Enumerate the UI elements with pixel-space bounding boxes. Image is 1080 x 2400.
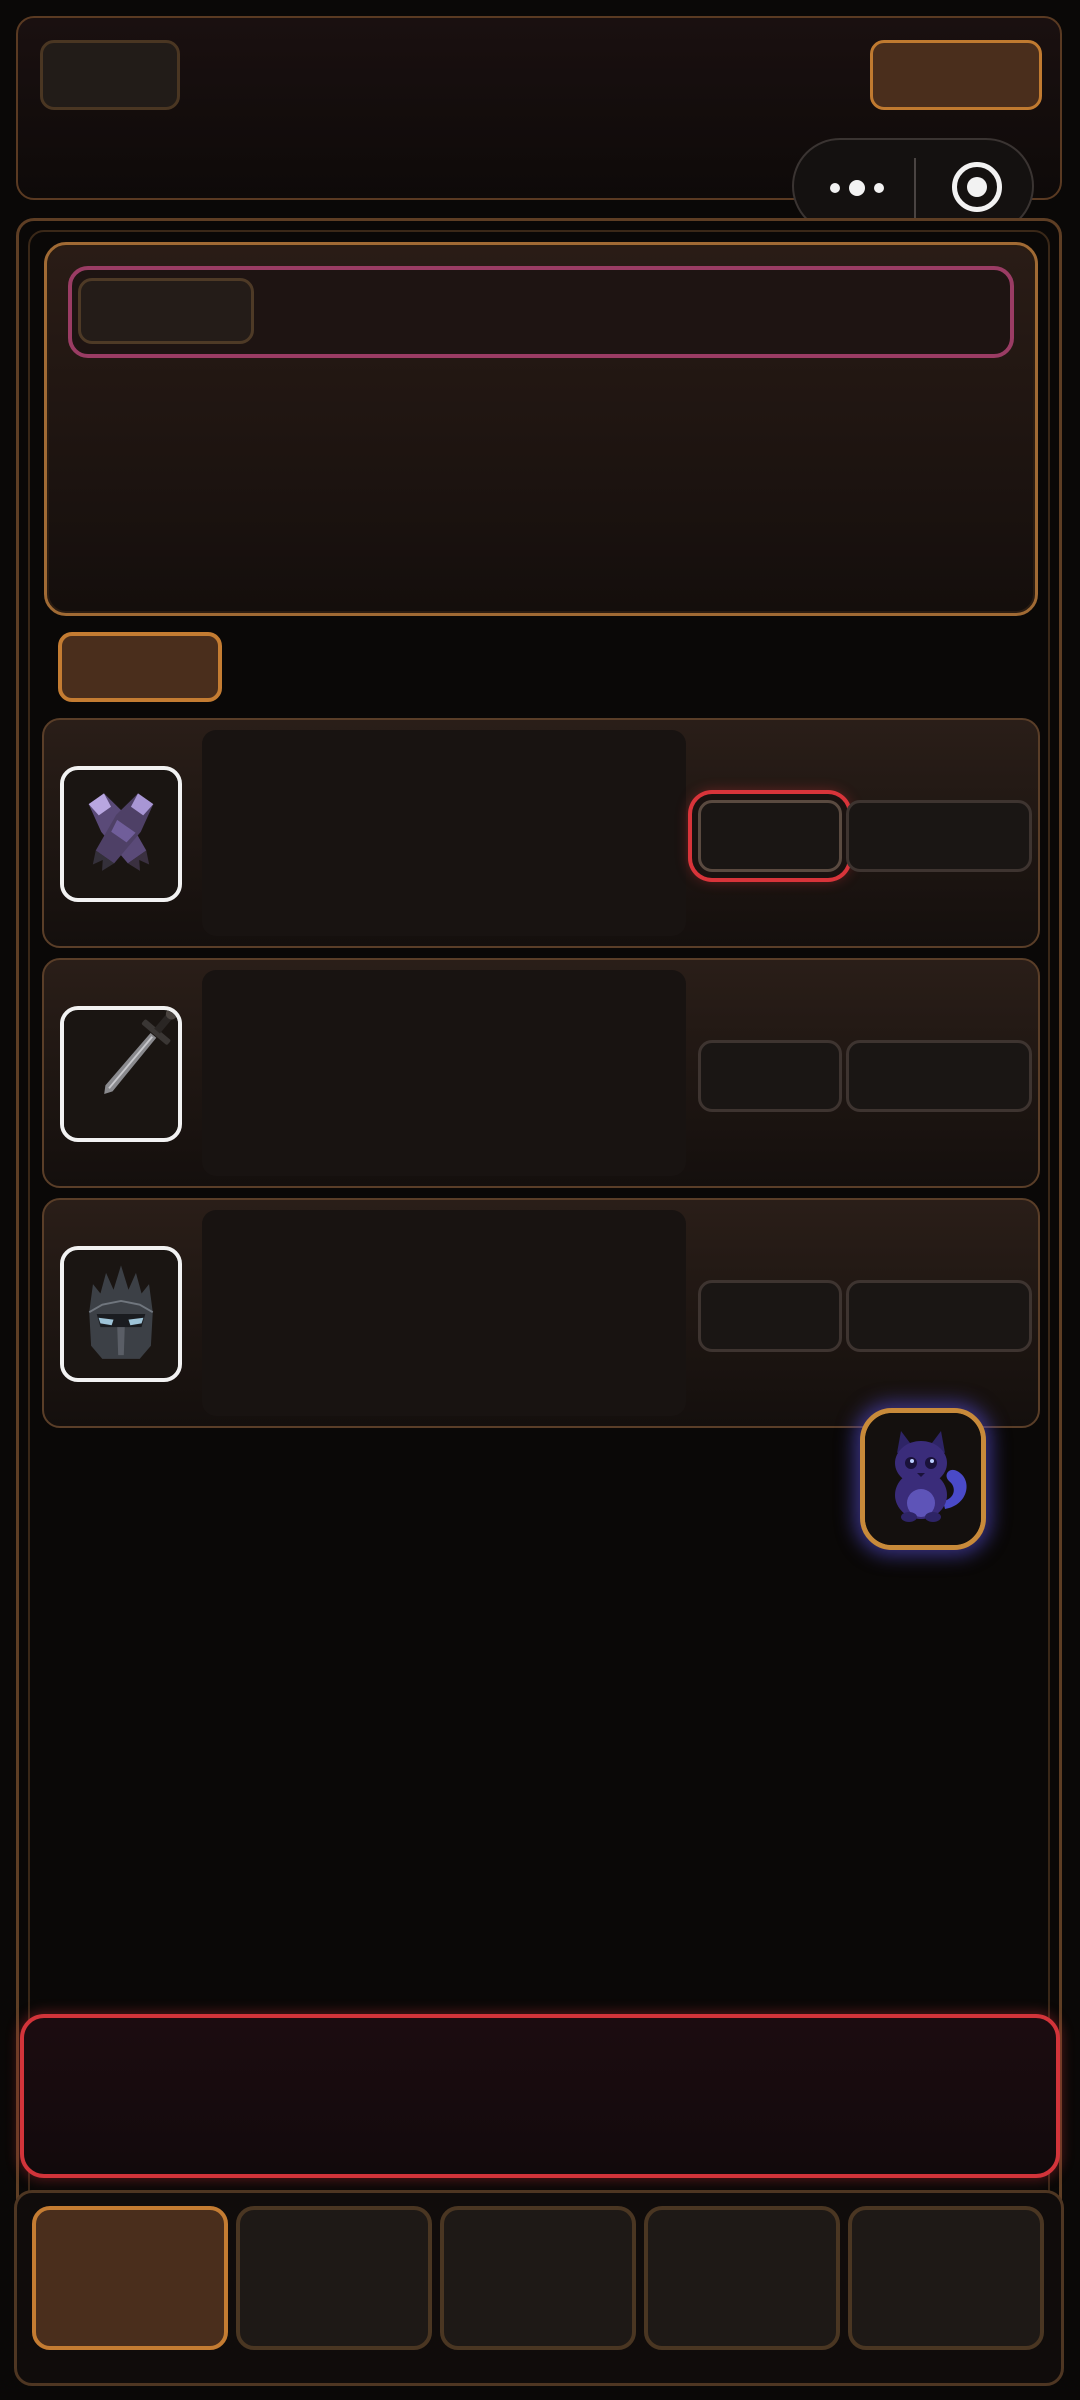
pet-floating-button[interactable]	[860, 1408, 986, 1550]
item-action-button[interactable]	[698, 1280, 842, 1352]
item-row	[42, 1198, 1040, 1428]
nav-tab-2[interactable]	[236, 2206, 432, 2350]
sword-icon	[60, 1006, 182, 1142]
search-chip[interactable]	[78, 278, 254, 344]
item-secondary-button[interactable]	[846, 1040, 1032, 1112]
header-right-button[interactable]	[870, 40, 1042, 110]
fox-pet-icon	[865, 1413, 981, 1545]
nav-tab-5[interactable]	[848, 2206, 1044, 2350]
section-tab[interactable]	[58, 632, 222, 702]
item-info	[202, 1210, 686, 1416]
item-action-button[interactable]	[698, 800, 842, 872]
header-left-button[interactable]	[40, 40, 180, 110]
capsule-divider	[914, 158, 916, 218]
item-row	[42, 958, 1040, 1188]
nav-tab-3[interactable]	[440, 2206, 636, 2350]
gauntlets-icon	[60, 766, 182, 902]
nav-tab-1[interactable]	[32, 2206, 228, 2350]
nav-tab-4[interactable]	[644, 2206, 840, 2350]
item-info	[202, 970, 686, 1176]
alert-banner	[20, 2014, 1060, 2178]
item-row	[42, 718, 1040, 948]
helmet-icon	[60, 1246, 182, 1382]
more-dots-icon[interactable]	[830, 178, 886, 198]
item-secondary-button[interactable]	[846, 1280, 1032, 1352]
item-info	[202, 730, 686, 936]
item-secondary-button[interactable]	[846, 800, 1032, 872]
item-action-button[interactable]	[698, 1040, 842, 1112]
target-circle-icon[interactable]	[952, 162, 1002, 212]
